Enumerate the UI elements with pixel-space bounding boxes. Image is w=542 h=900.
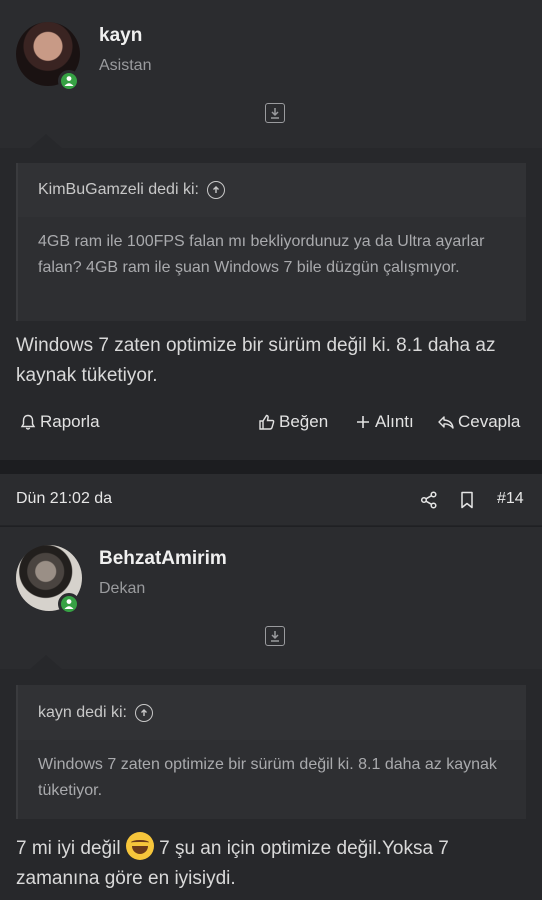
reply-label: Cevapla: [458, 412, 521, 431]
post-number[interactable]: #14: [497, 490, 524, 508]
add-quote-button[interactable]: Alıntı: [354, 412, 414, 432]
bookmark-icon[interactable]: [457, 490, 477, 510]
expand-down-icon[interactable]: [265, 103, 285, 123]
report-label: Raporla: [40, 412, 100, 431]
post-2-username[interactable]: BehzatAmirim: [99, 548, 227, 570]
post-2-meta-bar: Dün 21:02 da #14: [0, 474, 542, 526]
quote-author-line[interactable]: kayn dedi ki:: [38, 704, 127, 722]
post-2-quote-block: kayn dedi ki: Windows 7 zaten optimize b…: [16, 685, 526, 819]
post-2-message: 7 mi iyi değil 7 şu an için optimize değ…: [16, 832, 531, 894]
user-online-icon: [58, 70, 80, 92]
post-2-user-header: [0, 527, 542, 669]
thumbs-up-icon: [259, 414, 275, 430]
quote-header[interactable]: KimBuGamzeli dedi ki:: [18, 163, 526, 217]
reply-button[interactable]: Cevapla: [437, 412, 520, 432]
like-label: Beğen: [279, 412, 329, 431]
laughing-tears-emoji: [125, 832, 154, 860]
post-separator: [0, 460, 542, 474]
bell-icon: [20, 414, 36, 430]
post-1-actions: Raporla Beğen Alıntı Cevapla: [0, 412, 542, 436]
post-1-quote-block: KimBuGamzeli dedi ki: 4GB ram ile 100FPS…: [16, 163, 526, 321]
user-online-icon: [58, 593, 80, 615]
report-button[interactable]: Raporla: [19, 412, 100, 432]
quote-text: Windows 7 zaten optimize bir sürüm değil…: [38, 756, 497, 799]
reply-icon: [438, 416, 454, 429]
post-1-message: Windows 7 zaten optimize bir sürüm değil…: [16, 335, 496, 386]
header-pointer: [30, 655, 62, 669]
post-2-message-part-1: 7 mi iyi değil: [16, 838, 121, 859]
header-pointer: [30, 134, 62, 148]
post-1-user-header: [0, 0, 542, 148]
arrow-up-circle-icon[interactable]: [206, 181, 225, 199]
post-2-user-title: Dekan: [99, 580, 146, 597]
expand-down-icon[interactable]: [265, 626, 285, 646]
add-quote-label: Alıntı: [375, 412, 414, 431]
like-button[interactable]: Beğen: [258, 412, 328, 432]
arrow-up-circle-icon[interactable]: [134, 703, 153, 722]
post-1-user-title: Asistan: [99, 57, 152, 74]
plus-icon: [357, 416, 369, 428]
share-icon[interactable]: [419, 490, 439, 510]
quote-author-line[interactable]: KimBuGamzeli dedi ki:: [38, 181, 199, 199]
quote-text: 4GB ram ile 100FPS falan mı bekliyordunu…: [38, 233, 485, 276]
post-1-username[interactable]: kayn: [99, 25, 142, 47]
post-date[interactable]: Dün 21:02 da: [16, 490, 112, 508]
quote-header[interactable]: kayn dedi ki:: [18, 685, 526, 740]
